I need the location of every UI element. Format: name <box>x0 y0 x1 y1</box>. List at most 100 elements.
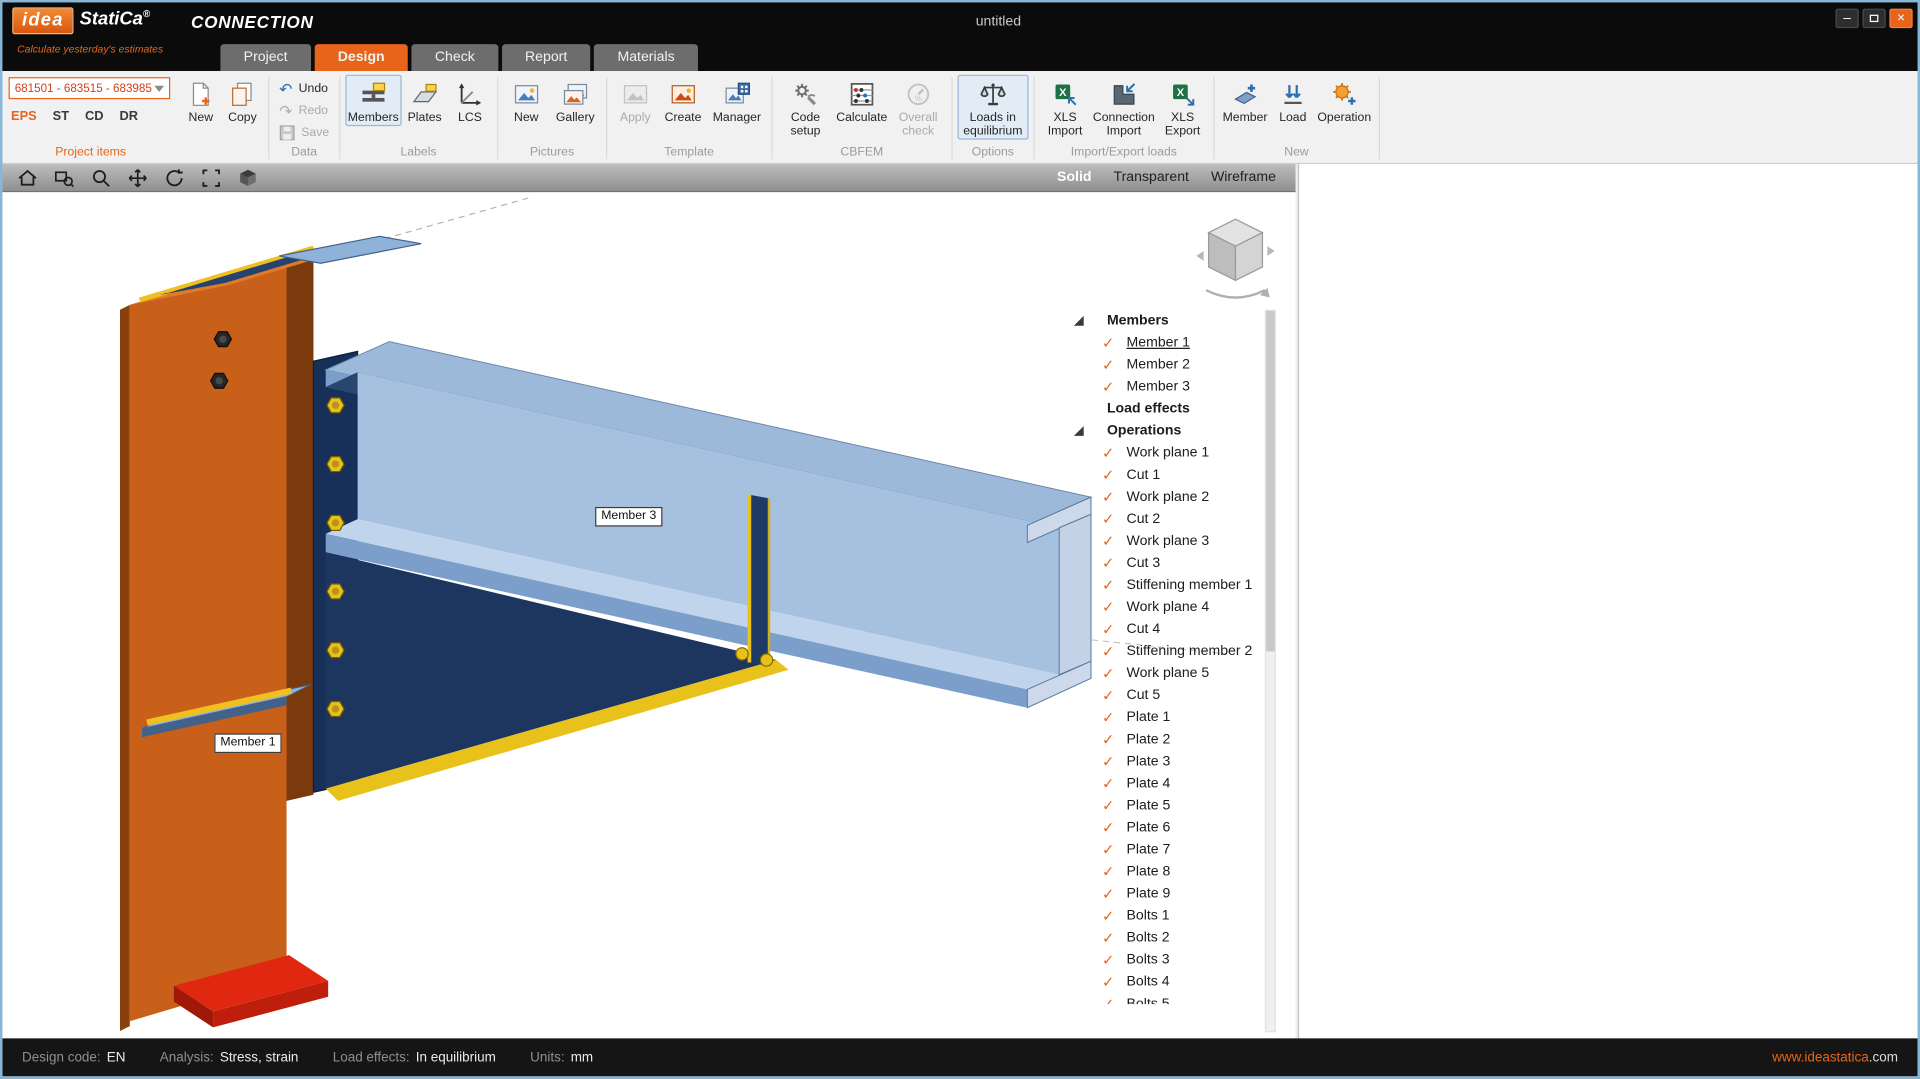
tree-item-cut-3[interactable]: ✓Cut 3 <box>1058 552 1264 574</box>
zoom-window-icon[interactable] <box>49 167 78 189</box>
checkmark-icon[interactable]: ✓ <box>1102 599 1126 616</box>
checkmark-icon[interactable]: ✓ <box>1102 356 1126 373</box>
tree-item-plate-6[interactable]: ✓Plate 6 <box>1058 817 1264 839</box>
tree-item-plate-4[interactable]: ✓Plate 4 <box>1058 773 1264 795</box>
tree-item-plate-2[interactable]: ✓Plate 2 <box>1058 729 1264 751</box>
tree-item-work-plane-2[interactable]: ✓Work plane 2 <box>1058 486 1264 508</box>
tree-item-work-plane-4[interactable]: ✓Work plane 4 <box>1058 596 1264 618</box>
checkmark-icon[interactable]: ✓ <box>1102 841 1126 858</box>
tree-item-stiffening-member-2[interactable]: ✓Stiffening member 2 <box>1058 640 1264 662</box>
project-view-eps[interactable]: EPS <box>11 109 37 124</box>
tree-item-member-1[interactable]: ✓Member 1 <box>1058 332 1264 354</box>
minimize-button[interactable]: – <box>1836 9 1859 29</box>
member-3-label[interactable]: Member 3 <box>595 507 662 527</box>
tree-item-work-plane-1[interactable]: ✓Work plane 1 <box>1058 442 1264 464</box>
checkmark-icon[interactable]: ✓ <box>1102 929 1126 946</box>
project-view-dr[interactable]: DR <box>120 109 139 124</box>
checkmark-icon[interactable]: ✓ <box>1102 797 1126 814</box>
tree-section-operations[interactable]: Operations <box>1058 420 1264 442</box>
code-setup-button[interactable]: Code setup <box>777 75 833 140</box>
xls-import-button[interactable]: X XLS Import <box>1039 75 1090 140</box>
tree-section-members[interactable]: Members <box>1058 310 1264 332</box>
picture-gallery-button[interactable]: Gallery <box>550 75 601 127</box>
checkmark-icon[interactable]: ✓ <box>1102 555 1126 572</box>
overall-check-button[interactable]: % Overall check <box>890 75 946 140</box>
tree-item-plate-5[interactable]: ✓Plate 5 <box>1058 795 1264 817</box>
tree-item-work-plane-5[interactable]: ✓Work plane 5 <box>1058 662 1264 684</box>
checkmark-icon[interactable]: ✓ <box>1102 819 1126 836</box>
project-items-dropdown[interactable]: 681501 - 683515 - 683985 <box>9 77 171 99</box>
checkmark-icon[interactable]: ✓ <box>1102 996 1126 1005</box>
tree-item-bolts-5[interactable]: ✓Bolts 5 <box>1058 993 1264 1004</box>
view-mode-transparent[interactable]: Transparent <box>1114 170 1189 185</box>
loads-in-equilibrium-button[interactable]: Loads in equilibrium <box>957 75 1028 140</box>
project-view-cd[interactable]: CD <box>85 109 104 124</box>
tree-item-cut-4[interactable]: ✓Cut 4 <box>1058 618 1264 640</box>
xls-export-button[interactable]: X XLS Export <box>1157 75 1208 140</box>
checkmark-icon[interactable]: ✓ <box>1102 378 1126 395</box>
close-button[interactable]: × <box>1889 9 1912 29</box>
home-view-icon[interactable] <box>12 167 41 189</box>
new-member-button[interactable]: Member <box>1219 75 1270 127</box>
tree-item-plate-9[interactable]: ✓Plate 9 <box>1058 883 1264 905</box>
expander-icon[interactable] <box>1074 316 1084 326</box>
tree-item-stiffening-member-1[interactable]: ✓Stiffening member 1 <box>1058 574 1264 596</box>
tab-report[interactable]: Report <box>502 44 591 71</box>
expander-icon[interactable] <box>1074 426 1084 436</box>
labels-lcs-button[interactable]: LCS <box>448 75 492 127</box>
checkmark-icon[interactable]: ✓ <box>1102 951 1126 968</box>
tree-scrollbar[interactable] <box>1265 310 1276 1032</box>
tree-item-plate-3[interactable]: ✓Plate 3 <box>1058 751 1264 773</box>
tree-item-bolts-4[interactable]: ✓Bolts 4 <box>1058 971 1264 993</box>
connection-import-button[interactable]: Connection Import <box>1091 75 1157 140</box>
tree-item-plate-8[interactable]: ✓Plate 8 <box>1058 861 1264 883</box>
tree-item-cut-1[interactable]: ✓Cut 1 <box>1058 464 1264 486</box>
tree-item-member-2[interactable]: ✓Member 2 <box>1058 354 1264 376</box>
checkmark-icon[interactable]: ✓ <box>1102 577 1126 594</box>
template-create-button[interactable]: Create <box>659 75 708 127</box>
checkmark-icon[interactable]: ✓ <box>1102 467 1126 484</box>
template-manager-button[interactable]: Manager <box>708 75 767 127</box>
tree-item-cut-5[interactable]: ✓Cut 5 <box>1058 684 1264 706</box>
checkmark-icon[interactable]: ✓ <box>1102 907 1126 924</box>
tree-item-bolts-3[interactable]: ✓Bolts 3 <box>1058 949 1264 971</box>
view-mode-wireframe[interactable]: Wireframe <box>1211 170 1276 185</box>
website-link[interactable]: www.ideastatica.com <box>1772 1050 1898 1065</box>
checkmark-icon[interactable]: ✓ <box>1102 687 1126 704</box>
checkmark-icon[interactable]: ✓ <box>1102 621 1126 638</box>
tree-scrollbar-thumb[interactable] <box>1266 311 1275 651</box>
save-button[interactable]: Save <box>274 122 334 142</box>
checkmark-icon[interactable]: ✓ <box>1102 709 1126 726</box>
rotate-icon[interactable] <box>159 167 188 189</box>
tree-item-work-plane-3[interactable]: ✓Work plane 3 <box>1058 530 1264 552</box>
checkmark-icon[interactable]: ✓ <box>1102 973 1126 990</box>
undo-button[interactable]: ↶ Undo <box>274 78 333 98</box>
tree-item-bolts-2[interactable]: ✓Bolts 2 <box>1058 927 1264 949</box>
tree-section-load-effects[interactable]: Load effects <box>1058 398 1264 420</box>
checkmark-icon[interactable]: ✓ <box>1102 334 1126 351</box>
checkmark-icon[interactable]: ✓ <box>1102 511 1126 528</box>
checkmark-icon[interactable]: ✓ <box>1102 643 1126 660</box>
tree-item-plate-1[interactable]: ✓Plate 1 <box>1058 707 1264 729</box>
template-apply-button[interactable]: Apply <box>612 75 659 127</box>
copy-project-button[interactable]: Copy <box>222 75 264 127</box>
new-load-button[interactable]: Load <box>1271 75 1315 127</box>
picture-new-button[interactable]: New <box>503 75 550 127</box>
tree-item-plate-7[interactable]: ✓Plate 7 <box>1058 839 1264 861</box>
redo-button[interactable]: ↷ Redo <box>274 100 333 120</box>
tree-item-bolts-1[interactable]: ✓Bolts 1 <box>1058 905 1264 927</box>
member-1-label[interactable]: Member 1 <box>214 733 281 753</box>
checkmark-icon[interactable]: ✓ <box>1102 444 1126 461</box>
tab-design[interactable]: Design <box>314 44 407 71</box>
tab-check[interactable]: Check <box>412 44 498 71</box>
maximize-button[interactable] <box>1862 9 1885 29</box>
checkmark-icon[interactable]: ✓ <box>1102 665 1126 682</box>
zoom-icon[interactable] <box>86 167 115 189</box>
project-view-st[interactable]: ST <box>53 109 69 124</box>
tree-item-member-3[interactable]: ✓Member 3 <box>1058 376 1264 398</box>
iso-view-icon[interactable] <box>233 167 262 189</box>
checkmark-icon[interactable]: ✓ <box>1102 731 1126 748</box>
new-operation-button[interactable]: Operation <box>1315 75 1374 127</box>
view-cube[interactable] <box>1196 219 1274 297</box>
new-project-button[interactable]: New <box>180 75 222 127</box>
